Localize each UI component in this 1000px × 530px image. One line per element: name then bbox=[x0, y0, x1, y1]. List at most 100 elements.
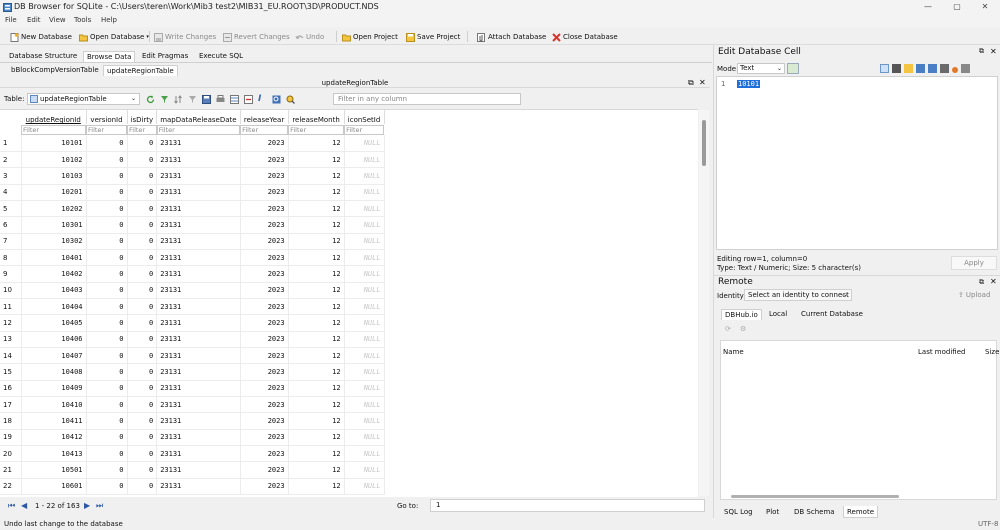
open-database-button[interactable]: Open Database ▾ bbox=[79, 31, 149, 43]
cell-versionid[interactable]: 0 bbox=[86, 347, 128, 365]
table-row[interactable]: 13 10406 0 0 23131 2023 12 NULL bbox=[0, 331, 385, 348]
cell-versionid[interactable]: 0 bbox=[86, 233, 128, 250]
auto-switch-mode-icon[interactable] bbox=[787, 63, 799, 74]
row-number[interactable]: 2 bbox=[0, 151, 22, 169]
cell-mapdatareleasedate[interactable]: 23131 bbox=[156, 331, 241, 348]
cell-mapdatareleasedate[interactable]: 23131 bbox=[156, 298, 241, 316]
cell-releaseyear[interactable]: 2023 bbox=[240, 478, 289, 496]
cell-isdirty[interactable]: 0 bbox=[127, 331, 158, 348]
cell-releasemonth[interactable]: 12 bbox=[288, 363, 345, 381]
cell-updateregionid[interactable]: 10403 bbox=[21, 282, 87, 299]
cell-releaseyear[interactable]: 2023 bbox=[240, 429, 289, 447]
print-icon[interactable] bbox=[961, 64, 970, 73]
previous-page-icon[interactable]: ◀ bbox=[21, 501, 27, 510]
cell-releasemonth[interactable]: 12 bbox=[288, 265, 345, 283]
cell-mapdatareleasedate[interactable]: 23131 bbox=[156, 249, 241, 267]
cell-iconsetid[interactable]: NULL bbox=[344, 461, 385, 479]
next-page-icon[interactable]: ▶ bbox=[84, 501, 90, 510]
filter-input-versionid[interactable]: Filter bbox=[86, 124, 127, 135]
cell-updateregionid[interactable]: 10402 bbox=[21, 265, 87, 283]
tab-execute-sql[interactable]: Execute SQL bbox=[196, 51, 246, 62]
cell-isdirty[interactable]: 0 bbox=[127, 233, 158, 250]
table-row[interactable]: 3 10103 0 0 23131 2023 12 NULL bbox=[0, 167, 385, 185]
filter-input-releaseyear[interactable]: Filter bbox=[240, 124, 289, 135]
cell-mapdatareleasedate[interactable]: 23131 bbox=[156, 167, 241, 185]
row-number[interactable]: 22 bbox=[0, 478, 22, 496]
maximize-button[interactable]: ▢ bbox=[947, 1, 967, 13]
cell-updateregionid[interactable]: 10409 bbox=[21, 380, 87, 398]
cell-releasemonth[interactable]: 12 bbox=[288, 478, 345, 496]
cell-releaseyear[interactable]: 2023 bbox=[240, 200, 289, 218]
row-number[interactable]: 13 bbox=[0, 331, 22, 348]
table-row[interactable]: 1 10101 0 0 23131 2023 12 NULL bbox=[0, 135, 385, 152]
table-row[interactable]: 7 10302 0 0 23131 2023 12 NULL bbox=[0, 233, 385, 250]
column-header-updateregionid[interactable]: updateRegionId bbox=[21, 110, 87, 124]
column-header-size[interactable]: Size bbox=[985, 348, 999, 356]
cell-versionid[interactable]: 0 bbox=[86, 478, 128, 496]
cell-mapdatareleasedate[interactable]: 23131 bbox=[156, 184, 241, 201]
tab-database-structure[interactable]: Database Structure bbox=[6, 51, 80, 62]
tab-edit-pragmas[interactable]: Edit Pragmas bbox=[139, 51, 191, 62]
cell-mapdatareleasedate[interactable]: 23131 bbox=[156, 233, 241, 250]
table-row[interactable]: 20 10413 0 0 23131 2023 12 NULL bbox=[0, 445, 385, 463]
row-number[interactable]: 3 bbox=[0, 167, 22, 185]
row-number[interactable]: 16 bbox=[0, 380, 22, 398]
italic-icon[interactable]: I bbox=[258, 95, 267, 104]
tab-browse-data[interactable]: Browse Data bbox=[83, 51, 136, 62]
cell-isdirty[interactable]: 0 bbox=[127, 445, 158, 463]
cell-releaseyear[interactable]: 2023 bbox=[240, 265, 289, 283]
cell-releaseyear[interactable]: 2023 bbox=[240, 347, 289, 365]
delete-record-icon[interactable] bbox=[244, 95, 253, 104]
row-number[interactable]: 20 bbox=[0, 445, 22, 463]
tab-bblockcompversiontable[interactable]: bBlockCompVersionTable bbox=[8, 65, 102, 76]
close-window-button[interactable]: ✕ bbox=[975, 1, 995, 13]
cell-updateregionid[interactable]: 10412 bbox=[21, 429, 87, 447]
cell-releasemonth[interactable]: 12 bbox=[288, 380, 345, 398]
filter-input-mapdatareleasedate[interactable]: Filter bbox=[156, 124, 241, 135]
cell-updateregionid[interactable]: 10102 bbox=[21, 151, 87, 169]
cell-isdirty[interactable]: 0 bbox=[127, 412, 158, 430]
tab-remote[interactable]: Remote bbox=[843, 506, 879, 518]
cell-releasemonth[interactable]: 12 bbox=[288, 184, 345, 201]
cell-releasemonth[interactable]: 12 bbox=[288, 167, 345, 185]
cell-iconsetid[interactable]: NULL bbox=[344, 151, 385, 169]
cell-updateregionid[interactable]: 10410 bbox=[21, 396, 87, 414]
cell-releasemonth[interactable]: 12 bbox=[288, 331, 345, 348]
cell-releaseyear[interactable]: 2023 bbox=[240, 233, 289, 250]
cell-releasemonth[interactable]: 12 bbox=[288, 429, 345, 447]
cell-releasemonth[interactable]: 12 bbox=[288, 461, 345, 479]
row-number[interactable]: 6 bbox=[0, 216, 22, 234]
filter-input-iconsetid[interactable]: Filter bbox=[344, 124, 385, 135]
cell-isdirty[interactable]: 0 bbox=[127, 184, 158, 201]
clone-icon[interactable]: ⚙ bbox=[740, 325, 746, 333]
set-null-icon[interactable] bbox=[940, 64, 949, 73]
menu-help[interactable]: Help bbox=[101, 16, 117, 24]
cell-mapdatareleasedate[interactable]: 23131 bbox=[156, 478, 241, 496]
cell-mapdatareleasedate[interactable]: 23131 bbox=[156, 429, 241, 447]
cell-iconsetid[interactable]: NULL bbox=[344, 184, 385, 201]
cell-updateregionid[interactable]: 10404 bbox=[21, 298, 87, 316]
row-number[interactable]: 11 bbox=[0, 298, 22, 316]
cell-iconsetid[interactable]: NULL bbox=[344, 282, 385, 299]
refresh-icon[interactable]: ⟳ bbox=[725, 325, 731, 333]
cell-isdirty[interactable]: 0 bbox=[127, 298, 158, 316]
filter-input-isdirty[interactable]: Filter bbox=[127, 124, 157, 135]
cell-versionid[interactable]: 0 bbox=[86, 200, 128, 218]
close-icon[interactable]: ✕ bbox=[990, 277, 997, 286]
cell-mapdatareleasedate[interactable]: 23131 bbox=[156, 151, 241, 169]
attach-database-button[interactable]: Attach Database bbox=[477, 31, 546, 43]
menu-view[interactable]: View bbox=[49, 16, 66, 24]
float-icon[interactable]: ⧉ bbox=[688, 78, 694, 88]
refresh-icon[interactable] bbox=[146, 95, 155, 104]
table-select[interactable]: updateRegionTable ⌄ bbox=[27, 93, 140, 105]
cell-versionid[interactable]: 0 bbox=[86, 445, 128, 463]
print-icon[interactable] bbox=[216, 95, 225, 104]
cell-isdirty[interactable]: 0 bbox=[127, 151, 158, 169]
write-changes-button[interactable]: Write Changes bbox=[154, 31, 216, 43]
cell-releasemonth[interactable]: 12 bbox=[288, 282, 345, 299]
cell-isdirty[interactable]: 0 bbox=[127, 265, 158, 283]
cell-mapdatareleasedate[interactable]: 23131 bbox=[156, 265, 241, 283]
vertical-scrollbar[interactable] bbox=[699, 110, 709, 496]
cell-isdirty[interactable]: 0 bbox=[127, 216, 158, 234]
save-file-icon[interactable] bbox=[916, 64, 925, 73]
